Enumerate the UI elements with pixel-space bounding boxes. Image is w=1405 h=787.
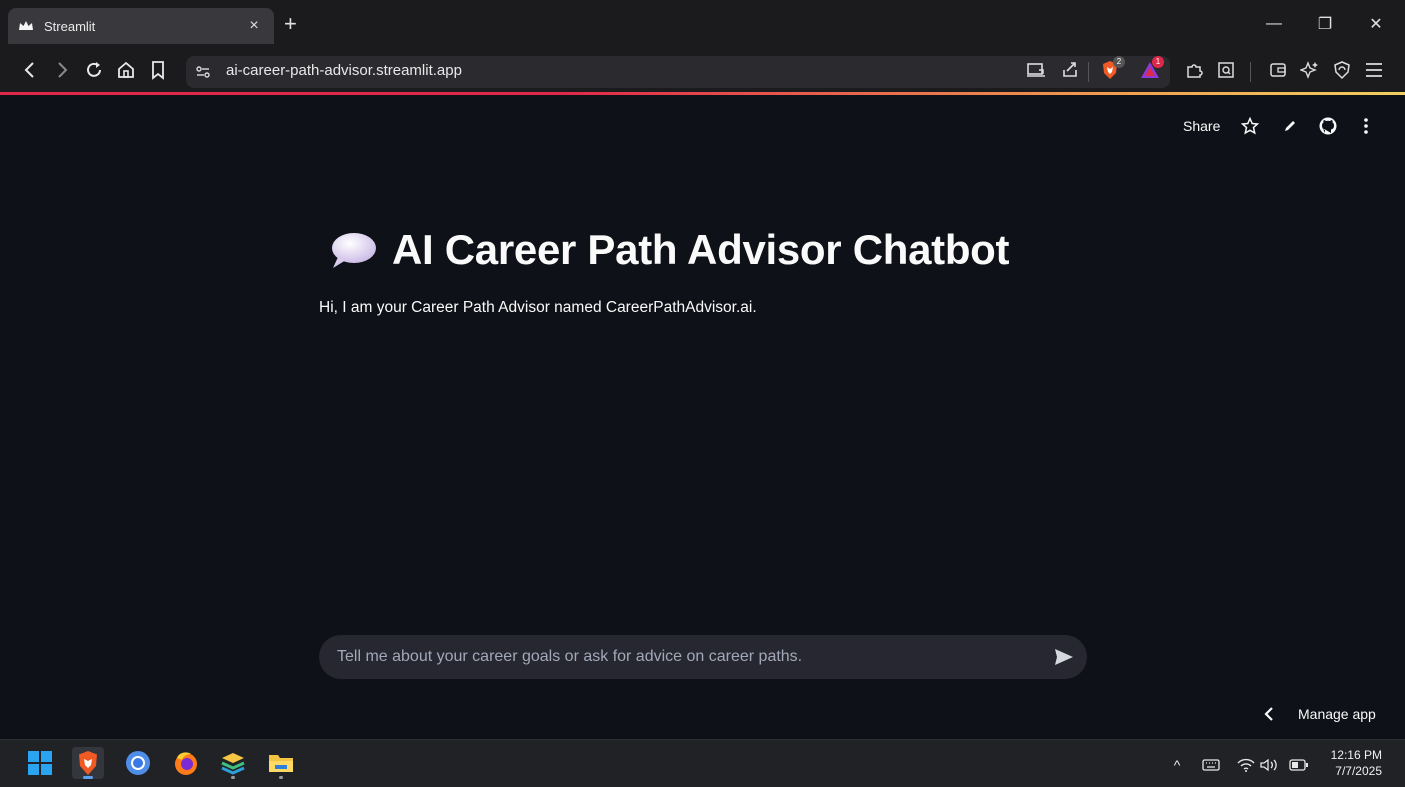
taskbar-layers-app-icon[interactable] [217,747,249,779]
close-window-button[interactable]: ✕ [1353,10,1399,38]
volume-icon[interactable] [1258,755,1280,775]
reload-icon[interactable] [82,58,106,82]
share-page-icon[interactable] [1058,58,1082,82]
home-icon[interactable] [114,58,138,82]
wifi-icon[interactable] [1236,755,1256,775]
windows-start-icon[interactable] [24,747,56,779]
clock-time: 12:16 PM [1330,748,1382,762]
wallet-icon[interactable] [1266,58,1290,82]
site-settings-icon[interactable] [194,63,212,86]
manage-app-label: Manage app [1298,706,1376,722]
reader-mode-icon[interactable] [1214,58,1238,82]
toolbar-divider [1250,62,1251,82]
taskbar-clock[interactable]: 12:16 PM 7/7/2025 [1318,747,1382,779]
battery-icon[interactable] [1288,755,1310,775]
edit-pencil-icon[interactable] [1280,116,1300,136]
windows-taskbar [0,739,1405,787]
bookmark-icon[interactable] [146,58,170,82]
new-tab-button[interactable]: + [284,13,297,35]
close-tab-button[interactable]: × [244,17,264,35]
cast-icon[interactable] [1024,58,1048,82]
brave-rewards-icon[interactable]: 1 [1138,56,1164,82]
chat-input-field[interactable] [337,635,1037,679]
assistant-intro-message: Hi, I am your Career Path Advisor named … [319,299,757,316]
share-button[interactable]: Share [1183,118,1220,134]
speech-bubble-icon [328,230,378,270]
browser-tab-streamlit[interactable]: Streamlit × [8,8,274,44]
star-icon[interactable] [1240,116,1260,136]
brave-shields-icon[interactable]: 2 [1098,56,1125,82]
tray-overflow-caret[interactable]: ^ [1168,755,1186,775]
github-icon[interactable] [1318,116,1338,136]
back-icon[interactable] [18,58,42,82]
forward-icon[interactable] [50,58,74,82]
chat-input-container [319,635,1087,679]
clock-date: 7/7/2025 [1335,764,1382,778]
shields-badge: 2 [1113,56,1125,68]
chevron-left-icon [1264,706,1280,722]
running-indicator [279,776,283,779]
taskbar-chrome-icon[interactable] [122,747,154,779]
running-indicator [231,776,235,779]
keyboard-icon[interactable] [1200,755,1222,775]
streamlit-crown-icon [18,18,34,34]
tab-title: Streamlit [44,18,96,34]
page-title-block: AI Career Path Advisor Chatbot [328,222,1010,278]
browser-tab-bar: Streamlit × + — ❐ ✕ [0,0,1405,48]
active-indicator [83,776,93,779]
more-options-icon[interactable] [1356,116,1376,136]
toolbar-divider [1088,62,1089,82]
extensions-icon[interactable] [1182,58,1206,82]
minimize-button[interactable]: — [1251,10,1297,38]
taskbar-firefox-icon[interactable] [170,747,202,779]
vpn-icon[interactable] [1330,58,1354,82]
taskbar-file-explorer-icon[interactable] [265,747,297,779]
taskbar-brave-icon[interactable] [72,747,104,779]
restore-button[interactable]: ❐ [1302,10,1348,38]
send-arrow-icon [1055,649,1073,665]
rewards-badge: 1 [1152,56,1164,68]
menu-icon[interactable] [1362,58,1386,82]
leo-ai-icon[interactable] [1298,58,1322,82]
page-title: AI Career Path Advisor Chatbot [392,226,1010,273]
manage-app-button[interactable]: Manage app [1264,706,1376,722]
send-button[interactable] [1053,646,1075,668]
url-text[interactable]: ai-career-path-advisor.streamlit.app [226,62,462,79]
